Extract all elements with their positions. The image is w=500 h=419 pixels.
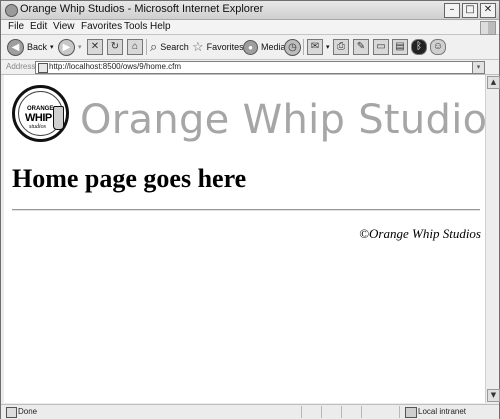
search-label: Search <box>160 42 189 52</box>
toolbar: ◀ Back ▾ ▶ ▾ ✕ ↻ ⌂ ⌕ Search ☆ Favorites … <box>1 35 499 60</box>
page-heading: Home page goes here <box>12 164 247 193</box>
browser-window: Orange Whip Studios - Microsoft Internet… <box>0 0 500 419</box>
logo-text-studios: studios <box>29 124 47 130</box>
forward-arrow-icon: ▶ <box>58 38 75 56</box>
home-icon: ⌂ <box>127 39 143 55</box>
status-bar: Done Local intranet <box>1 404 499 419</box>
search-icon: ⌕ <box>150 39 158 54</box>
minimize-button[interactable]: – <box>444 3 460 18</box>
status-divider <box>361 406 362 418</box>
media-label: Media <box>261 42 286 52</box>
print-button[interactable]: ⎙ <box>333 38 349 56</box>
bluetooth-button[interactable]: ᛒ <box>411 38 427 56</box>
footer-copyright: ©Orange Whip Studios <box>359 226 481 241</box>
search-button[interactable]: ⌕ Search <box>150 38 189 56</box>
history-icon: ◷ <box>284 38 301 56</box>
address-label: Address <box>6 62 36 71</box>
bluetooth-icon: ᛒ <box>411 39 427 55</box>
logo-inner-ring: ORANGE WHIP studios <box>18 91 64 136</box>
mail-button[interactable]: ✉ ▾ <box>307 38 330 56</box>
stop-icon: ✕ <box>87 39 103 55</box>
status-divider <box>399 406 400 418</box>
refresh-button[interactable]: ↻ <box>107 38 123 56</box>
window-controls: – □ ✕ <box>444 3 496 18</box>
status-page-icon <box>6 407 17 418</box>
media-icon: ● <box>243 39 258 55</box>
menu-edit[interactable]: Edit <box>30 21 47 32</box>
maximize-button[interactable]: □ <box>462 3 478 18</box>
forward-dropdown-icon[interactable]: ▾ <box>78 43 82 51</box>
research-icon: ▤ <box>392 39 408 55</box>
menu-favorites[interactable]: Favorites <box>81 21 122 32</box>
refresh-icon: ↻ <box>107 39 123 55</box>
title-bar: Orange Whip Studios - Microsoft Internet… <box>1 1 499 20</box>
close-button[interactable]: ✕ <box>480 3 496 18</box>
vertical-scrollbar[interactable]: ▲ ▼ <box>485 75 500 403</box>
back-dropdown-icon[interactable]: ▾ <box>50 43 54 51</box>
home-button[interactable]: ⌂ <box>127 38 143 56</box>
messenger-button[interactable]: ☺ <box>430 38 446 56</box>
site-logo: ORANGE WHIP studios <box>12 85 69 142</box>
site-title: Orange Whip Studios <box>80 97 485 143</box>
messenger-icon: ☺ <box>430 39 446 55</box>
toolbar-separator <box>303 39 304 55</box>
status-divider <box>341 406 342 418</box>
scroll-down-icon[interactable]: ▼ <box>487 389 500 402</box>
favorites-label: Favorites <box>206 42 244 52</box>
mail-icon: ✉ <box>307 39 323 55</box>
research-button[interactable]: ▤ <box>392 38 408 56</box>
address-input[interactable]: http://localhost:8500/ows/9/home.cfm ▾ <box>35 61 485 74</box>
logo-text-whip: WHIP <box>25 112 52 124</box>
menu-help[interactable]: Help <box>150 21 171 32</box>
address-dropdown-icon[interactable]: ▾ <box>472 61 485 74</box>
edit-button[interactable]: ✎ <box>353 38 369 56</box>
windows-logo-icon <box>480 21 496 35</box>
favorites-star-icon: ☆ <box>192 39 204 54</box>
scroll-up-icon[interactable]: ▲ <box>487 76 500 89</box>
toolbar-separator <box>146 39 147 55</box>
back-label: Back <box>27 42 48 52</box>
stop-button[interactable]: ✕ <box>87 38 103 56</box>
menu-tools[interactable]: Tools <box>124 21 147 32</box>
window-title: Orange Whip Studios - Microsoft Internet… <box>20 3 264 15</box>
history-button[interactable]: ◷ <box>284 38 301 56</box>
menu-bar: File Edit View Favorites Tools Help <box>1 20 499 35</box>
favorites-button[interactable]: ☆ Favorites <box>192 38 244 56</box>
media-button[interactable]: ● Media <box>243 38 286 56</box>
security-zone-label: Local intranet <box>418 407 467 416</box>
status-divider <box>301 406 302 418</box>
edit-icon: ✎ <box>353 39 369 55</box>
menu-file[interactable]: File <box>8 21 24 32</box>
discuss-button[interactable]: ▭ <box>373 38 389 56</box>
address-url: http://localhost:8500/ows/9/home.cfm <box>49 62 182 71</box>
address-bar: Address http://localhost:8500/ows/9/home… <box>1 60 499 75</box>
menu-view[interactable]: View <box>53 21 75 32</box>
horizontal-rule <box>12 209 480 211</box>
logo-drink-icon <box>53 106 64 130</box>
status-divider <box>321 406 322 418</box>
back-button[interactable]: ◀ Back ▾ <box>7 38 54 56</box>
print-icon: ⎙ <box>333 39 349 55</box>
intranet-zone-icon <box>405 407 417 418</box>
mail-dropdown-icon[interactable]: ▾ <box>326 43 330 51</box>
back-arrow-icon: ◀ <box>7 38 24 56</box>
forward-button[interactable]: ▶ ▾ <box>58 38 82 56</box>
discuss-icon: ▭ <box>373 39 389 55</box>
ie-app-icon <box>5 4 18 17</box>
status-text: Done <box>18 407 38 416</box>
page-viewport: ORANGE WHIP studios Orange Whip Studios … <box>4 75 485 403</box>
page-icon <box>38 63 48 73</box>
